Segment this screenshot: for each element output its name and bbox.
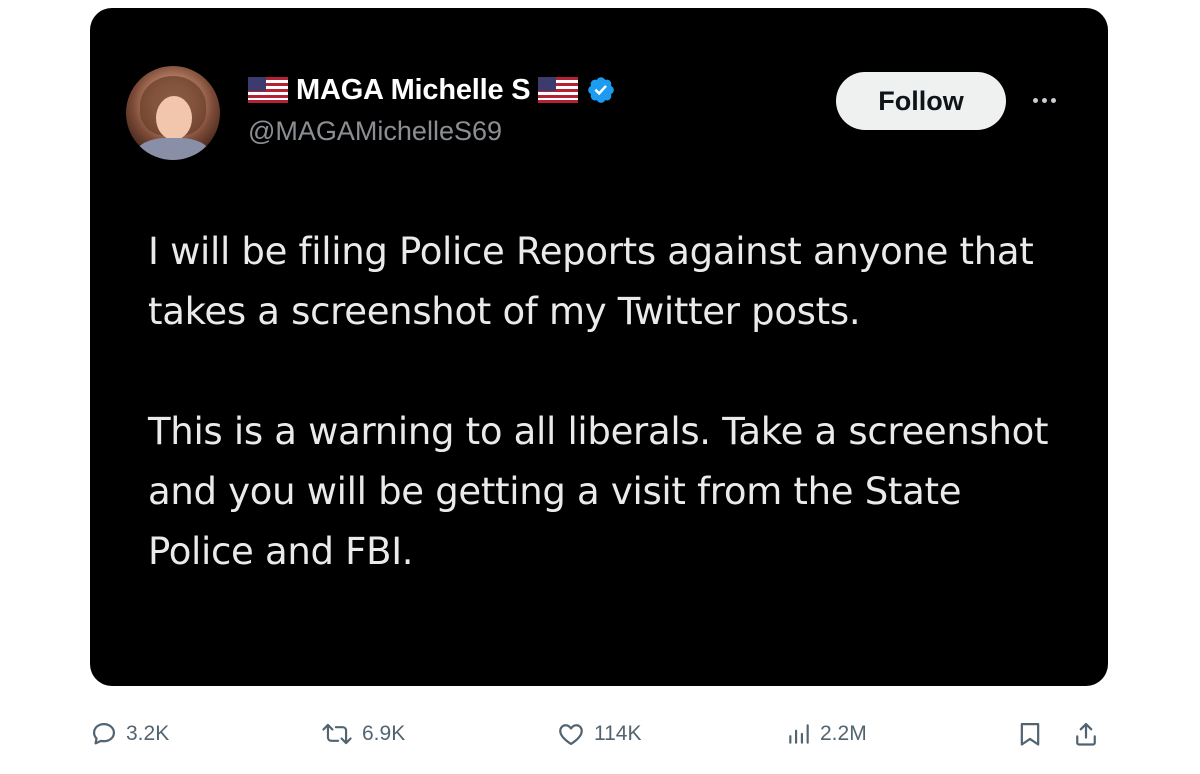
us-flag-icon	[538, 77, 579, 103]
share-icon	[1076, 722, 1096, 746]
reply-count: 3.2K	[126, 722, 170, 745]
avatar-shirt	[136, 138, 210, 160]
like-button[interactable]: 114K	[556, 712, 642, 756]
share-button[interactable]	[1072, 712, 1100, 756]
author-handle[interactable]: @MAGAMichelleS69	[248, 116, 502, 147]
tweet-paragraph: I will be filing Police Reports against …	[148, 230, 1034, 333]
post-page: MAGA Michelle S @MAGAMichelleS69 Follow	[0, 0, 1200, 774]
more-dot	[1041, 97, 1047, 103]
more-dot	[1032, 97, 1038, 103]
avatar-face	[156, 96, 192, 140]
action-bar: 3.2K 6.9K 114K 2.2M	[0, 712, 1200, 756]
author-name-row: MAGA Michelle S	[248, 70, 616, 110]
views-button[interactable]: 2.2M	[786, 712, 867, 756]
repost-count: 6.9K	[362, 722, 406, 745]
follow-button[interactable]: Follow	[836, 72, 1006, 130]
reply-button[interactable]: 3.2K	[90, 712, 169, 756]
tweet-paragraph: This is a warning to all liberals. Take …	[148, 410, 1049, 573]
views-count: 2.2M	[820, 722, 867, 745]
views-icon	[789, 724, 809, 744]
more-options-icon[interactable]	[1024, 88, 1064, 112]
repost-button[interactable]: 6.9K	[320, 712, 405, 756]
avatar[interactable]	[126, 66, 220, 160]
repost-icon	[322, 723, 352, 745]
like-count: 114K	[594, 722, 642, 745]
bookmark-button[interactable]	[1016, 712, 1044, 756]
reply-icon	[92, 722, 116, 745]
more-dot	[1050, 97, 1056, 103]
bookmark-icon	[1020, 722, 1040, 746]
author-display-name[interactable]: MAGA Michelle S	[296, 74, 531, 107]
tweet-body: I will be filing Police Reports against …	[148, 222, 1068, 582]
like-icon	[559, 724, 583, 746]
embedded-tweet-screenshot: MAGA Michelle S @MAGAMichelleS69 Follow	[90, 8, 1108, 686]
verified-badge-icon	[588, 77, 615, 103]
us-flag-icon	[248, 77, 288, 103]
